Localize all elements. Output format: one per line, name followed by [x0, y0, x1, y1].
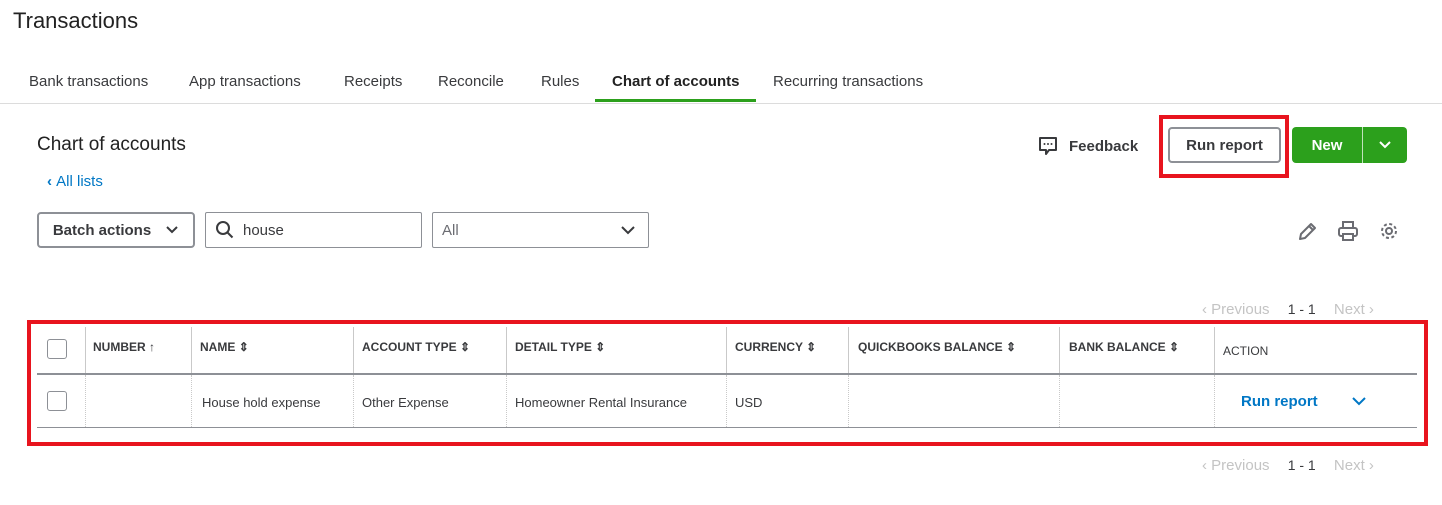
filter-value: All	[442, 221, 459, 239]
col-name[interactable]: NAME ⇕	[200, 340, 249, 354]
tab-bank-transactions[interactable]: Bank transactions	[29, 73, 148, 90]
feedback-label: Feedback	[1069, 137, 1139, 155]
header-divider	[37, 373, 1417, 375]
chevron-down-icon	[621, 226, 635, 235]
page-range: 1 - 1	[1287, 301, 1316, 317]
account-type-filter[interactable]: All	[432, 212, 649, 248]
tab-chart-of-accounts[interactable]: Chart of accounts	[612, 73, 740, 90]
print-icon[interactable]	[1337, 220, 1359, 242]
col-currency[interactable]: CURRENCY ⇕	[735, 340, 816, 354]
col-detail-type[interactable]: DETAIL TYPE ⇕	[515, 340, 605, 354]
feedback-icon	[1039, 137, 1057, 155]
col-account-type[interactable]: ACCOUNT TYPE ⇕	[362, 340, 470, 354]
col-quickbooks-balance[interactable]: QUICKBOOKS BALANCE ⇕	[858, 340, 1016, 354]
tab-recurring-transactions[interactable]: Recurring transactions	[773, 73, 923, 90]
page-range: 1 - 1	[1287, 457, 1316, 473]
select-all-checkbox[interactable]	[47, 339, 67, 359]
new-label: New	[1311, 136, 1343, 154]
pagination-bottom: ‹ Previous 1 - 1 Next ›	[1202, 457, 1374, 474]
sort-ascending-icon: ↑	[149, 340, 156, 354]
row-action-chevron-down-icon[interactable]	[1351, 396, 1367, 406]
row-divider	[37, 427, 1417, 428]
tab-rules[interactable]: Rules	[541, 73, 579, 90]
new-button[interactable]: New	[1292, 127, 1407, 163]
chevron-down-icon	[166, 226, 178, 234]
cell-currency: USD	[735, 395, 763, 410]
sort-icon: ⇕	[806, 340, 817, 354]
cell-account-type: Other Expense	[362, 395, 449, 410]
search-value: house	[243, 221, 284, 239]
chevron-down-icon[interactable]	[1363, 137, 1407, 154]
all-lists-link[interactable]: ‹ All lists	[47, 173, 103, 190]
cell-name: House hold expense	[202, 395, 321, 410]
col-action: ACTION	[1223, 344, 1269, 358]
batch-actions-label: Batch actions	[52, 221, 152, 239]
chevron-left-icon: ‹	[47, 173, 57, 190]
col-number[interactable]: NUMBER ↑	[93, 340, 155, 354]
sort-icon: ⇕	[1169, 340, 1180, 354]
row-run-report-link[interactable]: Run report	[1241, 393, 1318, 410]
batch-actions-dropdown[interactable]: Batch actions	[37, 212, 195, 248]
col-bank-balance[interactable]: BANK BALANCE ⇕	[1069, 340, 1179, 354]
tab-receipts[interactable]: Receipts	[344, 73, 402, 90]
sort-icon: ⇕	[238, 340, 249, 354]
page-title: Transactions	[13, 8, 139, 33]
settings-gear-icon[interactable]	[1378, 220, 1400, 242]
section-title: Chart of accounts	[37, 134, 186, 155]
next-page-button[interactable]: Next ›	[1334, 457, 1374, 474]
search-input[interactable]: house	[205, 212, 422, 248]
cell-detail-type: Homeowner Rental Insurance	[515, 395, 687, 410]
edit-pencil-icon[interactable]	[1296, 221, 1318, 243]
row-checkbox[interactable]	[47, 391, 67, 411]
all-lists-label: All lists	[56, 173, 103, 190]
tab-reconcile[interactable]: Reconcile	[438, 73, 504, 90]
run-report-button[interactable]: Run report	[1168, 127, 1281, 163]
previous-page-button[interactable]: ‹ Previous	[1202, 301, 1270, 318]
sort-icon: ⇕	[460, 340, 471, 354]
feedback-button[interactable]: Feedback	[1037, 135, 1138, 157]
pagination-top: ‹ Previous 1 - 1 Next ›	[1202, 301, 1374, 318]
previous-page-button[interactable]: ‹ Previous	[1202, 457, 1270, 474]
sort-icon: ⇕	[1006, 340, 1017, 354]
tab-bar: Bank transactions App transactions Recei…	[0, 62, 1442, 104]
sort-icon: ⇕	[595, 340, 606, 354]
search-icon	[216, 221, 234, 239]
active-tab-indicator	[595, 99, 756, 102]
tab-app-transactions[interactable]: App transactions	[189, 73, 301, 90]
next-page-button[interactable]: Next ›	[1334, 301, 1374, 318]
